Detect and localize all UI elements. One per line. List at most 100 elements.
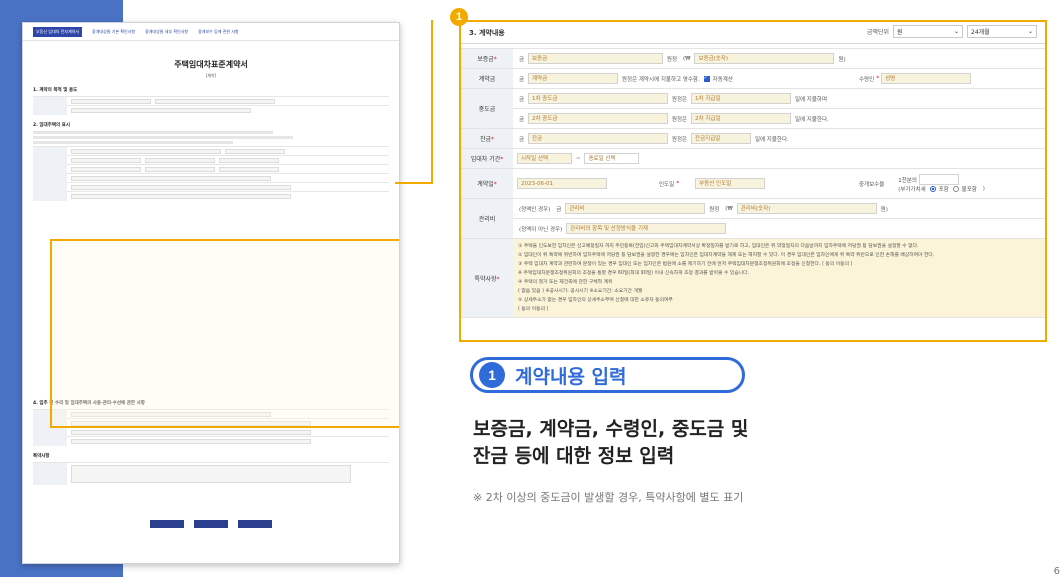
middle1-date-input[interactable]: 1차 지급일 <box>691 93 792 104</box>
step-number-circle: 1 <box>479 362 505 388</box>
contract-terms-zoom-panel: 3. 계약내용 금액단위 원 ⌄ 24개월 ⌄ 보증금* 금 보증금 원정 (₩ 보… <box>459 20 1047 342</box>
contract-fee-row: 계약금 금 계약금 원정은 계약시에 지불하고 영수함. 자동계산 수령인* 성… <box>461 68 1045 89</box>
special-terms-content: ① 주택을 인도보한 임차인은 신고예정일자 까지 주민등록(전입)신고와 주택… <box>513 238 1045 318</box>
lease-period-label: 임대차 기간 <box>470 156 501 163</box>
step-badge: 1 <box>450 8 468 26</box>
recipient-label: 수령인 <box>859 76 875 83</box>
middle1-tail: 일에 지불하며 <box>794 96 828 103</box>
unit-select[interactable]: 원 ⌄ <box>893 25 963 38</box>
chevron-down-icon: ⌄ <box>953 28 959 35</box>
special-term-line: ※ 주택임대차분쟁조정위원회의 조정을 통할 경우 60일(최대 90일) 이내… <box>518 271 750 276</box>
lease-end-input[interactable]: 종료일 선택 <box>584 153 640 164</box>
vat-include-label: 포함 <box>938 187 949 193</box>
thumb-nav-tab-fee[interactable]: 중개보수 등에 관한 사항 <box>198 29 239 35</box>
middle-payment-row: 중도금 금 1차 중도금 원정은 1차 지급일 일에 지불하며 <box>461 88 1045 129</box>
deposit-close: 원) <box>838 56 846 63</box>
auto-calc-checkbox[interactable] <box>703 75 710 82</box>
broker-fee-input[interactable] <box>918 174 959 185</box>
thumb-button[interactable] <box>238 520 272 528</box>
thumb-bottom-buttons <box>23 520 399 528</box>
mgmt-fixed-label: (정액인 경우) <box>519 206 551 213</box>
middle2-tail: 일에 지불한다. <box>794 116 829 123</box>
broker-fee-label: 중개보수율 <box>859 181 885 188</box>
vat-exclude-label: 불포함 <box>961 187 977 193</box>
middle-payment-row-2: 금 2차 중도금 원정은 2차 지급일 일에 지불한다. <box>461 108 1045 129</box>
management-fee-row: 관리비 (정액인 경우) 금 관리비 원정 (₩ 관리비(숫자) 원) <box>461 198 1045 239</box>
special-terms-row: 특약사항* ① 주택을 인도보한 임차인은 신고예정일자 까지 주민등록(전입)… <box>461 238 1045 318</box>
chevron-down-icon: ⌄ <box>1027 28 1033 35</box>
recipient-input[interactable]: 성명 <box>881 73 972 84</box>
middle2-mid: 원정은 <box>671 116 688 123</box>
vat-close: ) <box>982 186 985 192</box>
vat-label: (부가가치세 <box>898 187 926 193</box>
vat-include-radio[interactable] <box>929 186 936 192</box>
mgmt-fee-number-input[interactable]: 관리비(숫자) <box>736 203 877 214</box>
management-fee-row-2: (정액이 아닌 경우) 관리비의 항목 및 산정방식을 기재 <box>461 218 1045 239</box>
section-header: 3. 계약내용 금액단위 원 ⌄ 24개월 ⌄ <box>461 22 1045 44</box>
lease-period-dash: ~ <box>575 155 581 162</box>
contract-terms-table: 보증금* 금 보증금 원정 (₩ 보증금(숫자) 원) 계약금 금 계약금 원정… <box>461 48 1045 318</box>
section-title: 3. 계약내용 <box>469 28 505 37</box>
contract-date-row: 계약일* 2023-06-01 인도일 * 부동산 인도일 중개보수율 1천분의 … <box>461 168 1045 199</box>
balance-date-input[interactable]: 잔금지급일 <box>691 133 752 144</box>
mgmt-prefix: 금 <box>556 206 562 213</box>
thumb-button[interactable] <box>150 520 184 528</box>
thumb-nav-tab-detail[interactable]: 중개대상물 세부 확인사항 <box>145 29 188 35</box>
mgmt-fee-input[interactable]: 관리비 <box>565 203 706 214</box>
thumb-doc-title: 주택임대차표준계약서 <box>174 60 248 69</box>
contract-fee-text: 원정은 계약시에 지불하고 영수함. <box>621 76 700 83</box>
middle2-date-input[interactable]: 2차 지급일 <box>691 113 792 124</box>
thumb-highlight-contract-terms <box>50 239 399 428</box>
special-term-line: ⑤ 상세주소가 없는 경우 임차인의 상세주소부여 신청에 대한 소유자 동의여… <box>518 298 673 303</box>
mgmt-close: 원) <box>880 206 888 213</box>
thumb-nav: 부동산 임대차 전자계약서 중개대상물 기본 확인사항 중개대상물 세부 확인사… <box>23 23 399 41</box>
connector-line <box>431 20 433 184</box>
balance-label: 잔금 <box>479 136 492 143</box>
middle-payment-label: 중도금 <box>478 106 496 113</box>
thumb-section-heading: 특약사항 <box>33 454 50 459</box>
auto-calc-label: 자동계산 <box>712 76 733 83</box>
management-fee-label: 관리비 <box>478 216 496 223</box>
deposit-row: 보증금* 금 보증금 원정 (₩ 보증금(숫자) 원) <box>461 48 1045 69</box>
thumb-doc-subtitle: [계약] <box>205 73 217 78</box>
deposit-number-input[interactable]: 보증금(숫자) <box>694 53 835 64</box>
unit-label: 금액단위 <box>866 29 889 36</box>
middle1-mid: 원정은 <box>671 96 688 103</box>
thumb-section-special: 특약사항 <box>33 453 389 485</box>
lease-period-row: 임대차 기간* 시작일 선택 ~ 종료일 선택 <box>461 148 1045 169</box>
mgmt-variable-input[interactable]: 관리비의 항목 및 산정방식을 기재 <box>566 223 727 234</box>
middle2-input[interactable]: 2차 중도금 <box>527 113 668 124</box>
step-description-line: 보증금, 계약금, 수령인, 중도금 및 <box>473 418 749 440</box>
step-description: 보증금, 계약금, 수령인, 중도금 및 잔금 등에 대한 정보 입력 <box>473 416 748 470</box>
deposit-input[interactable]: 보증금 <box>527 53 663 64</box>
balance-input[interactable]: 잔금 <box>527 133 668 144</box>
unit-select-value: 원 <box>897 29 903 36</box>
thumb-section-property: 2. 임대주택의 표시 <box>33 122 389 201</box>
contract-fee-input[interactable]: 계약금 <box>527 73 618 84</box>
thumb-section-heading: 1. 계약의 목적 및 용도 <box>33 88 78 93</box>
vat-exclude-radio[interactable] <box>952 186 959 192</box>
thumb-nav-tab-contract[interactable]: 부동산 임대차 전자계약서 <box>33 26 83 37</box>
contract-page-thumbnail: 부동산 임대차 전자계약서 중개대상물 기본 확인사항 중개대상물 세부 확인사… <box>22 22 400 564</box>
step-title: 계약내용 입력 <box>515 365 627 388</box>
tutorial-slide: 부동산 임대차 전자계약서 중개대상물 기본 확인사항 중개대상물 세부 확인사… <box>0 0 1060 577</box>
special-term-line: ① 주택을 인도보한 임차인은 신고예정일자 까지 주민등록(전입)신고와 주택… <box>518 244 919 249</box>
deposit-paren: (₩ <box>682 55 691 62</box>
months-select[interactable]: 24개월 ⌄ <box>967 25 1037 38</box>
special-term-line: ② 임대인이 위 특약에 위반하여 임차주택에 저당권 등 담보권을 설정한 경… <box>518 253 935 258</box>
middle2-prefix: 금 <box>519 116 525 123</box>
thumb-button[interactable] <box>194 520 228 528</box>
balance-row: 잔금* 금 잔금 원정은 잔금지급일 일에 지불한다. <box>461 128 1045 149</box>
thumb-nav-tab-basic[interactable]: 중개대상물 기본 확인사항 <box>92 29 135 35</box>
lease-start-input[interactable]: 시작일 선택 <box>517 153 572 164</box>
special-term-line: ④ 주택의 철거 또는 재건축에 관한 구체적 계획 <box>518 280 613 285</box>
balance-prefix: 금 <box>519 136 525 143</box>
middle1-prefix: 금 <box>519 96 525 103</box>
balance-tail: 일에 지불한다. <box>754 136 789 143</box>
delivery-date-input[interactable]: 부동산 인도일 <box>695 178 766 189</box>
step-note: ※ 2차 이상의 중도금이 발생할 경우, 특약사항에 별도 표기 <box>473 491 744 504</box>
contract-fee-prefix: 금 <box>519 76 525 83</box>
contract-date-input[interactable]: 2023-06-01 <box>517 178 607 189</box>
middle1-input[interactable]: 1차 중도금 <box>527 93 668 104</box>
step-title-pill: 1 계약내용 입력 <box>470 357 745 393</box>
